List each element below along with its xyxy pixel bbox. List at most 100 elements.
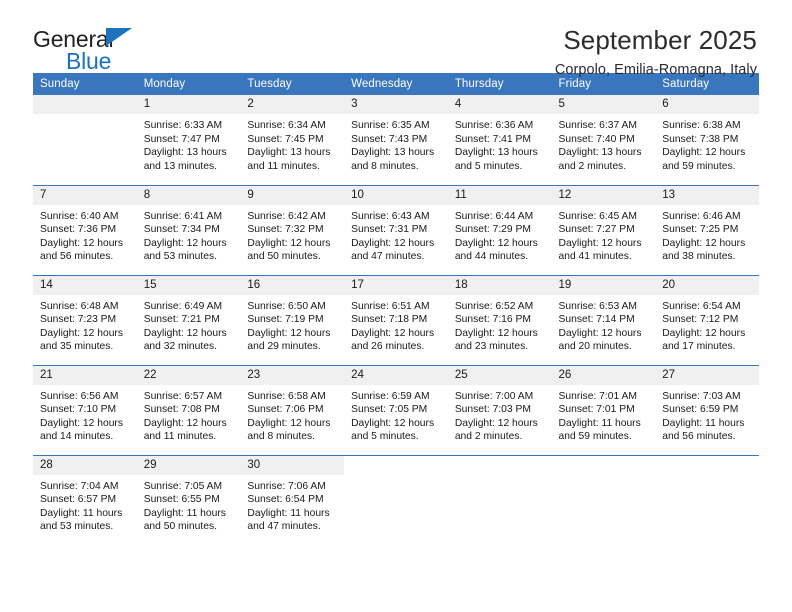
day-number: 12 [551,185,656,205]
calendar-day-cell[interactable]: 18 Sunrise: 6:52 AM Sunset: 7:16 PM Dayligh… [447,274,552,365]
sunrise-text: Sunrise: 7:03 AM [662,390,741,402]
daylight-text: Daylight: 13 hours [143,147,227,159]
day-details: Sunrise: 6:50 AM Sunset: 7:19 PM Daylight:… [240,295,344,354]
calendar-day-cell[interactable]: 11 Sunrise: 6:44 AM Sunset: 7:29 PM Dayligh… [447,184,552,275]
daylight-text: and 14 minutes. [40,431,114,443]
calendar-day-cell[interactable]: 19 Sunrise: 6:53 AM Sunset: 7:14 PM Dayligh… [551,274,656,365]
calendar-day-cell[interactable]: 20 Sunrise: 6:54 AM Sunset: 7:12 PM Dayligh… [655,274,759,365]
calendar-day-cell[interactable]: 23 Sunrise: 6:58 AM Sunset: 7:06 PM Dayligh… [240,364,345,455]
calendar-day-cell[interactable]: 5 Sunrise: 6:37 AM Sunset: 7:40 PM Daylight… [551,95,656,185]
daylight-text: and 53 minutes. [40,521,114,533]
sunset-text: Sunset: 7:40 PM [558,133,635,145]
sunset-text: Sunset: 6:54 PM [247,494,324,506]
calendar-day-cell[interactable]: 26 Sunrise: 7:01 AM Sunset: 7:01 PM Dayligh… [551,364,656,455]
daylight-text: Daylight: 13 hours [558,147,642,159]
daylight-text: and 26 minutes. [351,341,425,353]
calendar-day-cell[interactable]: 24 Sunrise: 6:59 AM Sunset: 7:05 PM Dayligh… [344,364,448,455]
daylight-text: Daylight: 12 hours [662,147,746,159]
daylight-text: and 47 minutes. [247,521,321,533]
daylight-text: Daylight: 12 hours [247,417,331,429]
day-number: 13 [655,185,759,205]
daylight-text: and 59 minutes. [558,431,632,443]
sunset-text: Sunset: 7:08 PM [143,404,220,416]
sunset-text: Sunset: 7:36 PM [40,224,117,236]
daylight-text: and 5 minutes. [454,160,523,172]
calendar-day-cell[interactable]: 30 Sunrise: 7:06 AM Sunset: 6:54 PM Dayligh… [240,454,345,545]
calendar-day-cell[interactable]: 14 Sunrise: 6:48 AM Sunset: 7:23 PM Dayligh… [33,274,137,365]
day-number: 5 [551,95,656,114]
calendar-day-cell[interactable]: 22 Sunrise: 6:57 AM Sunset: 7:08 PM Dayligh… [136,364,241,455]
calendar-day-cell[interactable]: 13 Sunrise: 6:46 AM Sunset: 7:25 PM Dayligh… [655,184,759,275]
daylight-text: and 59 minutes. [662,160,736,172]
calendar-day-cell[interactable]: 9 Sunrise: 6:42 AM Sunset: 7:32 PM Daylight… [240,184,345,275]
general-blue-logo[interactable]: General Blue [33,26,213,80]
sunrise-text: Sunrise: 6:42 AM [247,210,326,222]
calendar-day-cell[interactable]: 29 Sunrise: 7:05 AM Sunset: 6:55 PM Dayligh… [136,454,241,545]
sunset-text: Sunset: 7:06 PM [247,404,324,416]
calendar-day-cell[interactable]: 25 Sunrise: 7:00 AM Sunset: 7:03 PM Dayligh… [447,364,552,455]
daylight-text: Daylight: 12 hours [143,417,227,429]
calendar-day-cell[interactable]: 15 Sunrise: 6:49 AM Sunset: 7:21 PM Dayligh… [136,274,241,365]
calendar-cell-empty [33,95,137,185]
daylight-text: Daylight: 12 hours [40,417,123,429]
calendar-day-cell[interactable]: 1 Sunrise: 6:33 AM Sunset: 7:47 PM Daylight… [136,95,241,185]
calendar-day-cell[interactable]: 10 Sunrise: 6:43 AM Sunset: 7:31 PM Dayligh… [344,184,448,275]
day-number: 15 [136,275,241,295]
sunrise-text: Sunrise: 6:56 AM [40,390,119,402]
daylight-text: and 47 minutes. [351,251,425,263]
sunrise-text: Sunrise: 6:35 AM [351,120,430,131]
day-number: 17 [344,275,448,295]
calendar-day-cell[interactable]: 6 Sunrise: 6:38 AM Sunset: 7:38 PM Daylight… [655,95,759,185]
calendar-day-cell[interactable]: 2 Sunrise: 6:34 AM Sunset: 7:45 PM Daylight… [240,95,345,185]
calendar-day-cell[interactable]: 21 Sunrise: 6:56 AM Sunset: 7:10 PM Dayligh… [33,364,137,455]
sunrise-text: Sunrise: 6:45 AM [558,210,637,222]
daylight-text: Daylight: 12 hours [40,327,123,339]
calendar-day-cell[interactable]: 27 Sunrise: 7:03 AM Sunset: 6:59 PM Dayligh… [655,364,759,455]
calendar-day-cell[interactable]: 7 Sunrise: 6:40 AM Sunset: 7:36 PM Daylight… [33,184,137,275]
weekday-header-thursday: Thursday [447,73,552,95]
sunrise-text: Sunrise: 6:38 AM [662,120,741,131]
sunrise-text: Sunrise: 6:44 AM [454,210,534,222]
sunrise-text: Sunrise: 6:59 AM [351,390,430,402]
calendar-day-cell[interactable]: 16 Sunrise: 6:50 AM Sunset: 7:19 PM Dayligh… [240,274,345,365]
sunset-text: Sunset: 6:55 PM [143,494,220,506]
daylight-text: Daylight: 12 hours [558,237,642,249]
calendar-table: Sunday Monday Tuesday Wednesday Thursday Frid… [33,73,759,545]
daylight-text: and 17 minutes. [662,341,736,353]
daylight-text: Daylight: 12 hours [247,327,331,339]
calendar-cell-empty [344,454,448,545]
sunset-text: Sunset: 7:29 PM [454,224,531,236]
day-details: Sunrise: 7:06 AM Sunset: 6:54 PM Daylight:… [240,475,344,534]
day-details: Sunrise: 6:59 AM Sunset: 7:05 PM Daylight:… [344,385,448,444]
daylight-text: and 32 minutes. [143,341,217,353]
sunset-text: Sunset: 7:31 PM [351,224,428,236]
day-number: 4 [447,95,552,114]
day-number: 19 [551,275,656,295]
daylight-text: Daylight: 12 hours [558,327,642,339]
sunset-text: Sunset: 7:25 PM [662,224,739,236]
day-number: 2 [240,95,345,114]
calendar-day-cell[interactable]: 12 Sunrise: 6:45 AM Sunset: 7:27 PM Dayligh… [551,184,656,275]
sunset-text: Sunset: 7:27 PM [558,224,635,236]
daylight-text: Daylight: 11 hours [558,417,641,429]
calendar-day-cell[interactable]: 28 Sunrise: 7:04 AM Sunset: 6:57 PM Dayligh… [33,454,137,545]
daylight-text: and 23 minutes. [454,341,529,353]
sunset-text: Sunset: 7:41 PM [454,133,531,145]
calendar-day-cell[interactable]: 8 Sunrise: 6:41 AM Sunset: 7:34 PM Daylight… [136,184,241,275]
calendar-day-cell[interactable]: 4 Sunrise: 6:36 AM Sunset: 7:41 PM Daylight… [447,95,552,185]
calendar-day-cell[interactable]: 3 Sunrise: 6:35 AM Sunset: 7:43 PM Daylight… [344,95,448,185]
sunset-text: Sunset: 7:01 PM [558,404,635,416]
sunset-text: Sunset: 7:10 PM [40,404,117,416]
page-title: September 2025 [563,25,757,55]
day-number: 26 [551,365,656,385]
daylight-text: Daylight: 12 hours [351,417,435,429]
day-details: Sunrise: 6:46 AM Sunset: 7:25 PM Daylight:… [655,205,759,264]
sunrise-text: Sunrise: 6:33 AM [143,120,223,131]
daylight-text: Daylight: 12 hours [662,237,746,249]
page-subtitle: Corpolo, Emilia-Romagna, Italy [554,62,757,79]
calendar-week-row: 1 Sunrise: 6:33 AM Sunset: 7:47 PM Daylight… [33,95,759,185]
calendar-day-cell[interactable]: 17 Sunrise: 6:51 AM Sunset: 7:18 PM Dayligh… [344,274,448,365]
page-header: General Blue September 2025 Corpolo, Emi… [33,0,759,78]
day-number: 10 [344,185,448,205]
day-number: 27 [655,365,759,385]
